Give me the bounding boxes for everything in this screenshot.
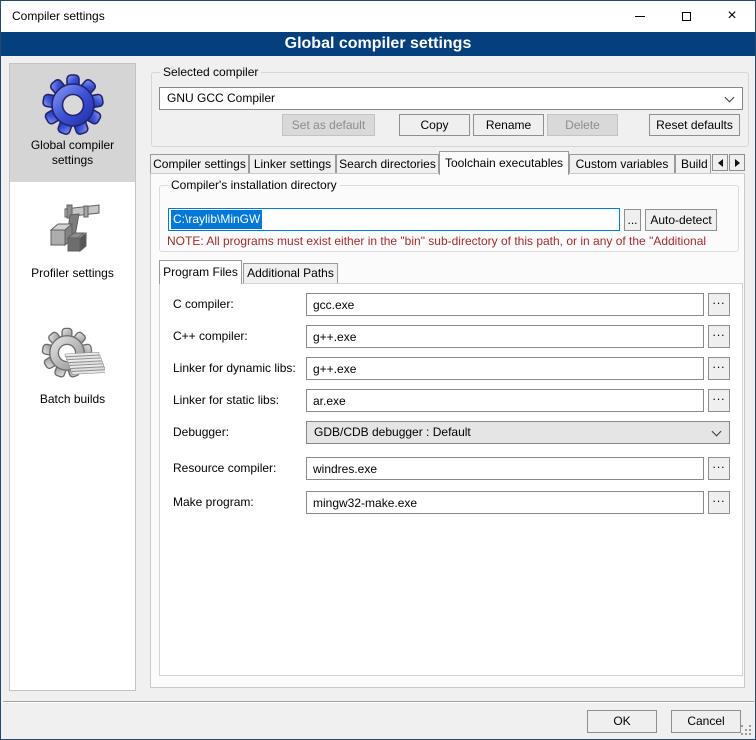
resize-grip[interactable] [741,725,751,735]
tab-compiler-settings[interactable]: Compiler settings [150,154,249,174]
tab-toolchain-executables[interactable]: Toolchain executables [439,151,569,175]
tab-search-directories[interactable]: Search directories [336,154,439,174]
close-button[interactable]: × [709,1,755,31]
group-label: Selected compiler [160,65,261,80]
resource-compiler-label: Resource compiler: [173,457,276,480]
program-files-page: C compiler: ... C++ compiler: ... Linker… [159,283,743,676]
sidebar-item-global-compiler-settings[interactable]: Global compiler settings [10,64,135,182]
caliper-icon [41,200,105,264]
c-compiler-input[interactable] [306,293,704,316]
program-files-tab-strip: Program Files Additional Paths [159,260,743,283]
blue-gear-icon [41,72,105,136]
debugger-label: Debugger: [173,421,229,444]
linker-dynamic-label: Linker for dynamic libs: [173,357,296,380]
installation-directory-group: Compiler's installation directory C:\ray… [159,185,739,252]
page-title: Global compiler settings [1,32,755,56]
sidebar-item-batch-builds[interactable]: Batch builds [10,316,135,428]
make-program-browse-button[interactable]: ... [708,491,730,514]
tab-scroll-right-button[interactable] [729,154,745,171]
linker-dynamic-browse-button[interactable]: ... [708,357,730,380]
make-program-label: Make program: [173,491,254,514]
linker-static-input[interactable] [306,389,704,412]
minimize-button[interactable] [617,1,663,31]
tab-build-options[interactable]: Build [675,154,711,174]
arrow-left-icon [718,159,723,167]
sidebar-item-label: Global compiler settings [10,138,135,168]
sidebar-item-label: Batch builds [10,392,135,407]
arrow-right-icon [735,159,740,167]
cpp-compiler-label: C++ compiler: [173,325,248,348]
browse-directory-button[interactable]: ... [624,209,641,231]
maximize-icon [682,12,691,21]
sidebar-item-profiler-settings[interactable]: Profiler settings [10,190,135,302]
chevron-down-icon [725,93,735,103]
compiler-settings-window: Compiler settings × Global compiler sett… [0,0,756,740]
linker-static-label: Linker for static libs: [173,389,279,412]
c-compiler-label: C compiler: [173,293,234,316]
footer-divider [3,701,754,703]
set-as-default-button[interactable]: Set as default [282,114,375,136]
resource-compiler-input[interactable] [306,457,704,480]
minimize-icon [635,16,645,17]
maximize-button[interactable] [663,1,709,31]
tab-program-files[interactable]: Program Files [159,260,242,284]
settings-tab-strip: Compiler settings Linker settings Search… [150,151,749,174]
sidebar-item-label: Profiler settings [10,266,135,281]
tab-custom-variables[interactable]: Custom variables [569,154,675,174]
copy-button[interactable]: Copy [399,114,470,136]
delete-button[interactable]: Delete [547,114,618,136]
rename-button[interactable]: Rename [473,114,544,136]
group-label: Compiler's installation directory [168,178,340,193]
linker-static-browse-button[interactable]: ... [708,389,730,412]
resource-compiler-browse-button[interactable]: ... [708,457,730,480]
c-compiler-browse-button[interactable]: ... [708,293,730,316]
debugger-select-value: GDB/CDB debugger : Default [314,422,471,443]
bin-subdirectory-note: NOTE: All programs must exist either in … [167,234,745,248]
cpp-compiler-browse-button[interactable]: ... [708,325,730,348]
make-program-input[interactable] [306,491,704,514]
selected-text: C:\raylib\MinGW [171,210,262,229]
cpp-compiler-input[interactable] [306,325,704,348]
tab-linker-settings[interactable]: Linker settings [249,154,336,174]
titlebar: Compiler settings × [1,1,755,32]
window-title: Compiler settings [12,1,105,32]
ok-button[interactable]: OK [587,710,657,733]
close-icon: × [727,8,736,24]
cancel-button[interactable]: Cancel [671,710,741,733]
auto-detect-button[interactable]: Auto-detect [645,209,717,231]
selected-compiler-group: Selected compiler GNU GCC Compiler Set a… [151,72,749,147]
compiler-select-value: GNU GCC Compiler [167,88,275,109]
compiler-select[interactable]: GNU GCC Compiler [159,87,743,110]
toolchain-executables-page: Compiler's installation directory C:\ray… [150,173,745,688]
gear-stack-icon [41,326,105,390]
chevron-down-icon [712,427,722,437]
tab-scroll-left-button[interactable] [712,154,728,171]
debugger-select[interactable]: GDB/CDB debugger : Default [306,421,730,444]
linker-dynamic-input[interactable] [306,357,704,380]
reset-defaults-button[interactable]: Reset defaults [649,114,740,136]
settings-category-list: Global compiler settings [9,63,136,691]
tab-additional-paths[interactable]: Additional Paths [243,263,338,283]
installation-directory-input[interactable]: C:\raylib\MinGW [168,208,620,231]
